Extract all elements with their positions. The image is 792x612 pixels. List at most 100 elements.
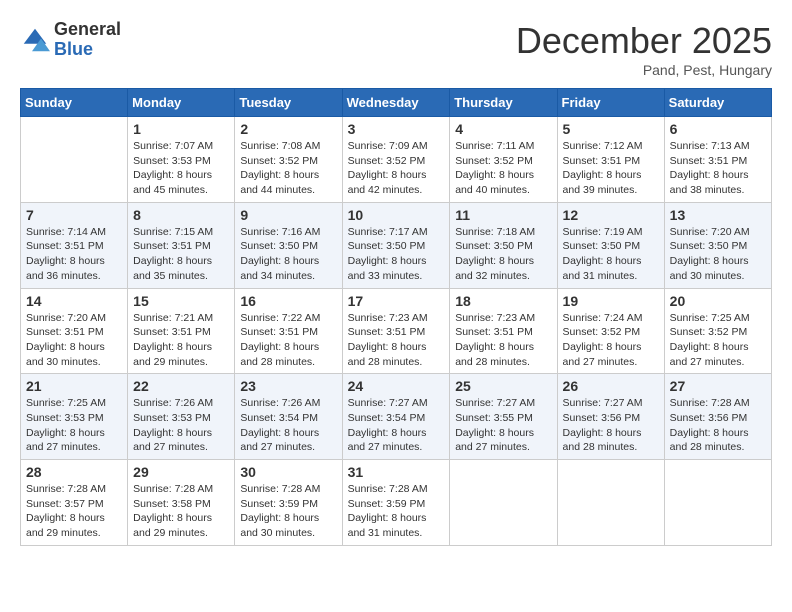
day-info: Sunrise: 7:27 AMSunset: 3:54 PMDaylight:… <box>348 396 445 455</box>
day-info: Sunrise: 7:21 AMSunset: 3:51 PMDaylight:… <box>133 311 229 370</box>
calendar-cell: 25Sunrise: 7:27 AMSunset: 3:55 PMDayligh… <box>450 374 557 460</box>
day-info: Sunrise: 7:24 AMSunset: 3:52 PMDaylight:… <box>563 311 659 370</box>
calendar-cell: 2 Sunrise: 7:08 AMSunset: 3:52 PMDaylight… <box>235 117 342 203</box>
column-header-wednesday: Wednesday <box>342 89 450 117</box>
calendar-cell: 22 Sunrise: 7:26 AMSunset: 3:53 PMDayligh… <box>128 374 235 460</box>
day-info: Sunrise: 7:25 AMSunset: 3:52 PMDaylight:… <box>670 311 766 370</box>
day-number: 19 <box>563 293 659 309</box>
calendar-cell: 10 Sunrise: 7:17 AMSunset: 3:50 PMDayligh… <box>342 202 450 288</box>
calendar-cell: 8 Sunrise: 7:15 AMSunset: 3:51 PMDaylight… <box>128 202 235 288</box>
calendar-header-row: SundayMondayTuesdayWednesdayThursdayFrid… <box>21 89 772 117</box>
calendar-cell: 20 Sunrise: 7:25 AMSunset: 3:52 PMDayligh… <box>664 288 771 374</box>
calendar-cell: 3 Sunrise: 7:09 AMSunset: 3:52 PMDaylight… <box>342 117 450 203</box>
logo-text: General Blue <box>54 20 121 60</box>
calendar-week-row: 14 Sunrise: 7:20 AMSunset: 3:51 PMDayligh… <box>21 288 772 374</box>
day-info: Sunrise: 7:23 AMSunset: 3:51 PMDaylight:… <box>455 311 551 370</box>
day-number: 4 <box>455 121 551 137</box>
day-info: Sunrise: 7:13 AMSunset: 3:51 PMDaylight:… <box>670 139 766 198</box>
day-info: Sunrise: 7:28 AMSunset: 3:59 PMDaylight:… <box>240 482 336 541</box>
day-number: 12 <box>563 207 659 223</box>
column-header-saturday: Saturday <box>664 89 771 117</box>
day-number: 23 <box>240 378 336 394</box>
calendar-cell: 26 Sunrise: 7:27 AMSunset: 3:56 PMDayligh… <box>557 374 664 460</box>
day-info: Sunrise: 7:15 AMSunset: 3:51 PMDaylight:… <box>133 225 229 284</box>
day-info: Sunrise: 7:18 AMSunset: 3:50 PMDaylight:… <box>455 225 551 284</box>
day-info: Sunrise: 7:11 AMSunset: 3:52 PMDaylight:… <box>455 139 551 198</box>
column-header-monday: Monday <box>128 89 235 117</box>
day-number: 22 <box>133 378 229 394</box>
day-number: 28 <box>26 464 122 480</box>
day-info: Sunrise: 7:25 AMSunset: 3:53 PMDaylight:… <box>26 396 122 455</box>
calendar-cell: 4 Sunrise: 7:11 AMSunset: 3:52 PMDaylight… <box>450 117 557 203</box>
calendar-cell: 19 Sunrise: 7:24 AMSunset: 3:52 PMDayligh… <box>557 288 664 374</box>
day-number: 11 <box>455 207 551 223</box>
day-info: Sunrise: 7:22 AMSunset: 3:51 PMDaylight:… <box>240 311 336 370</box>
day-number: 20 <box>670 293 766 309</box>
day-number: 13 <box>670 207 766 223</box>
day-number: 5 <box>563 121 659 137</box>
day-number: 2 <box>240 121 336 137</box>
calendar-week-row: 21 Sunrise: 7:25 AMSunset: 3:53 PMDayligh… <box>21 374 772 460</box>
calendar-cell: 14 Sunrise: 7:20 AMSunset: 3:51 PMDayligh… <box>21 288 128 374</box>
day-info: Sunrise: 7:28 AMSunset: 3:58 PMDaylight:… <box>133 482 229 541</box>
day-info: Sunrise: 7:17 AMSunset: 3:50 PMDaylight:… <box>348 225 445 284</box>
page-header: General Blue December 2025 Pand, Pest, H… <box>20 20 772 78</box>
day-number: 27 <box>670 378 766 394</box>
calendar-cell: 23 Sunrise: 7:26 AMSunset: 3:54 PMDayligh… <box>235 374 342 460</box>
day-number: 24 <box>348 378 445 394</box>
calendar-cell: 21 Sunrise: 7:25 AMSunset: 3:53 PMDayligh… <box>21 374 128 460</box>
calendar-cell: 11 Sunrise: 7:18 AMSunset: 3:50 PMDayligh… <box>450 202 557 288</box>
day-info: Sunrise: 7:19 AMSunset: 3:50 PMDaylight:… <box>563 225 659 284</box>
calendar-cell: 15 Sunrise: 7:21 AMSunset: 3:51 PMDayligh… <box>128 288 235 374</box>
month-title: December 2025 <box>516 20 772 62</box>
day-info: Sunrise: 7:27 AMSunset: 3:56 PMDaylight:… <box>563 396 659 455</box>
day-info: Sunrise: 7:14 AMSunset: 3:51 PMDaylight:… <box>26 225 122 284</box>
calendar-cell <box>21 117 128 203</box>
calendar-cell: 24 Sunrise: 7:27 AMSunset: 3:54 PMDayligh… <box>342 374 450 460</box>
calendar-cell: 13Sunrise: 7:20 AMSunset: 3:50 PMDayligh… <box>664 202 771 288</box>
calendar-week-row: 28 Sunrise: 7:28 AMSunset: 3:57 PMDayligh… <box>21 460 772 546</box>
day-number: 14 <box>26 293 122 309</box>
day-number: 17 <box>348 293 445 309</box>
day-info: Sunrise: 7:23 AMSunset: 3:51 PMDaylight:… <box>348 311 445 370</box>
column-header-tuesday: Tuesday <box>235 89 342 117</box>
logo-general: General <box>54 20 121 40</box>
day-number: 31 <box>348 464 445 480</box>
logo-blue: Blue <box>54 40 121 60</box>
logo-icon <box>20 25 50 55</box>
calendar-cell: 12 Sunrise: 7:19 AMSunset: 3:50 PMDayligh… <box>557 202 664 288</box>
day-info: Sunrise: 7:07 AMSunset: 3:53 PMDaylight:… <box>133 139 229 198</box>
calendar-cell: 6Sunrise: 7:13 AMSunset: 3:51 PMDaylight… <box>664 117 771 203</box>
day-info: Sunrise: 7:09 AMSunset: 3:52 PMDaylight:… <box>348 139 445 198</box>
calendar-table: SundayMondayTuesdayWednesdayThursdayFrid… <box>20 88 772 546</box>
day-info: Sunrise: 7:26 AMSunset: 3:54 PMDaylight:… <box>240 396 336 455</box>
calendar-cell: 5Sunrise: 7:12 AMSunset: 3:51 PMDaylight… <box>557 117 664 203</box>
column-header-thursday: Thursday <box>450 89 557 117</box>
day-number: 3 <box>348 121 445 137</box>
day-info: Sunrise: 7:08 AMSunset: 3:52 PMDaylight:… <box>240 139 336 198</box>
day-number: 26 <box>563 378 659 394</box>
calendar-week-row: 1 Sunrise: 7:07 AMSunset: 3:53 PMDaylight… <box>21 117 772 203</box>
day-number: 30 <box>240 464 336 480</box>
day-info: Sunrise: 7:26 AMSunset: 3:53 PMDaylight:… <box>133 396 229 455</box>
day-number: 15 <box>133 293 229 309</box>
day-info: Sunrise: 7:20 AMSunset: 3:51 PMDaylight:… <box>26 311 122 370</box>
day-info: Sunrise: 7:28 AMSunset: 3:57 PMDaylight:… <box>26 482 122 541</box>
day-info: Sunrise: 7:28 AMSunset: 3:56 PMDaylight:… <box>670 396 766 455</box>
calendar-cell: 27 Sunrise: 7:28 AMSunset: 3:56 PMDayligh… <box>664 374 771 460</box>
calendar-cell: 16 Sunrise: 7:22 AMSunset: 3:51 PMDayligh… <box>235 288 342 374</box>
day-number: 16 <box>240 293 336 309</box>
logo: General Blue <box>20 20 121 60</box>
day-number: 18 <box>455 293 551 309</box>
day-number: 21 <box>26 378 122 394</box>
calendar-cell <box>450 460 557 546</box>
day-number: 10 <box>348 207 445 223</box>
day-number: 8 <box>133 207 229 223</box>
calendar-cell: 7Sunrise: 7:14 AMSunset: 3:51 PMDaylight… <box>21 202 128 288</box>
day-number: 1 <box>133 121 229 137</box>
calendar-cell: 29Sunrise: 7:28 AMSunset: 3:58 PMDayligh… <box>128 460 235 546</box>
location: Pand, Pest, Hungary <box>516 62 772 78</box>
column-header-sunday: Sunday <box>21 89 128 117</box>
calendar-cell: 17 Sunrise: 7:23 AMSunset: 3:51 PMDayligh… <box>342 288 450 374</box>
calendar-week-row: 7Sunrise: 7:14 AMSunset: 3:51 PMDaylight… <box>21 202 772 288</box>
